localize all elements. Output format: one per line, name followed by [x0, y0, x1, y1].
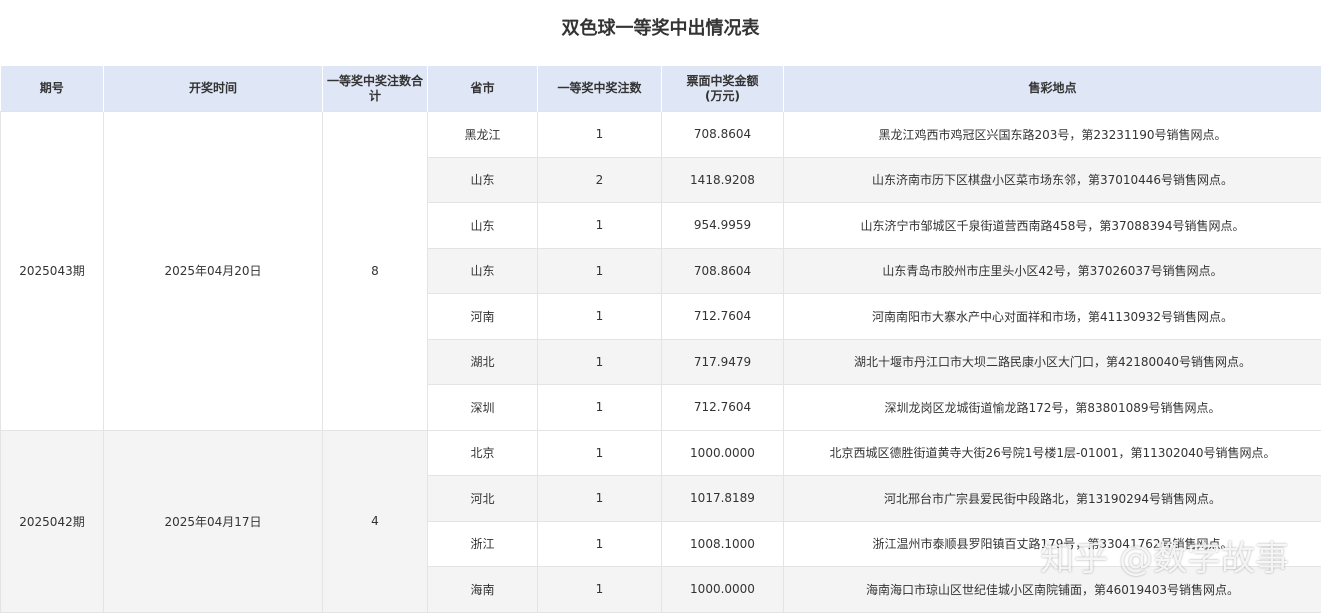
- page-title: 双色球一等奖中出情况表: [0, 0, 1321, 62]
- header-location: 售彩地点: [784, 66, 1321, 112]
- amount-cell: 1418.9208: [662, 157, 784, 203]
- count-cell: 1: [538, 112, 662, 158]
- count-cell: 1: [538, 294, 662, 340]
- header-count: 一等奖中奖注数: [538, 66, 662, 112]
- date-cell: 2025年04月17日: [104, 430, 323, 612]
- province-cell: 河南: [428, 294, 538, 340]
- total-cell: 4: [323, 430, 428, 612]
- amount-cell: 717.9479: [662, 339, 784, 385]
- location-cell: 深圳龙岗区龙城街道愉龙路172号，第83801089号销售网点。: [784, 385, 1321, 431]
- count-cell: 1: [538, 521, 662, 567]
- issue-cell: 2025042期: [1, 430, 104, 612]
- location-cell: 黑龙江鸡西市鸡冠区兴国东路203号，第23231190号销售网点。: [784, 112, 1321, 158]
- province-cell: 北京: [428, 430, 538, 476]
- total-cell: 8: [323, 112, 428, 431]
- amount-cell: 1017.8189: [662, 476, 784, 522]
- amount-cell: 1000.0000: [662, 567, 784, 613]
- location-cell: 北京西城区德胜街道黄寺大街26号院1号楼1层-01001，第11302040号销…: [784, 430, 1321, 476]
- province-cell: 山东: [428, 157, 538, 203]
- location-cell: 山东济宁市邹城区千泉街道营西南路458号，第37088394号销售网点。: [784, 203, 1321, 249]
- location-cell: 浙江温州市泰顺县罗阳镇百丈路179号，第33041762号销售网点。: [784, 521, 1321, 567]
- count-cell: 1: [538, 476, 662, 522]
- amount-cell: 708.8604: [662, 112, 784, 158]
- count-cell: 1: [538, 430, 662, 476]
- province-cell: 浙江: [428, 521, 538, 567]
- amount-cell: 712.7604: [662, 385, 784, 431]
- amount-cell: 954.9959: [662, 203, 784, 249]
- province-cell: 湖北: [428, 339, 538, 385]
- count-cell: 1: [538, 248, 662, 294]
- location-cell: 河北邢台市广宗县爱民街中段路北，第13190294号销售网点。: [784, 476, 1321, 522]
- amount-cell: 1000.0000: [662, 430, 784, 476]
- results-table: 期号 开奖时间 一等奖中奖注数合计 省市 一等奖中奖注数 票面中奖金额 (万元)…: [0, 66, 1321, 613]
- location-cell: 山东济南市历下区棋盘小区菜市场东邻，第37010446号销售网点。: [784, 157, 1321, 203]
- amount-cell: 712.7604: [662, 294, 784, 340]
- province-cell: 深圳: [428, 385, 538, 431]
- table-row: 2025042期2025年04月17日4北京11000.0000北京西城区德胜街…: [1, 430, 1321, 476]
- count-cell: 1: [538, 385, 662, 431]
- amount-cell: 708.8604: [662, 248, 784, 294]
- header-total: 一等奖中奖注数合计: [323, 66, 428, 112]
- amount-cell: 1008.1000: [662, 521, 784, 567]
- header-issue: 期号: [1, 66, 104, 112]
- province-cell: 海南: [428, 567, 538, 613]
- location-cell: 湖北十堰市丹江口市大坝二路民康小区大门口，第42180040号销售网点。: [784, 339, 1321, 385]
- table-row: 2025043期2025年04月20日8黑龙江1708.8604黑龙江鸡西市鸡冠…: [1, 112, 1321, 158]
- province-cell: 山东: [428, 248, 538, 294]
- header-row: 期号 开奖时间 一等奖中奖注数合计 省市 一等奖中奖注数 票面中奖金额 (万元)…: [1, 66, 1321, 112]
- province-cell: 河北: [428, 476, 538, 522]
- header-amount: 票面中奖金额 (万元): [662, 66, 784, 112]
- location-cell: 海南海口市琼山区世纪佳城小区南院铺面，第46019403号销售网点。: [784, 567, 1321, 613]
- province-cell: 黑龙江: [428, 112, 538, 158]
- province-cell: 山东: [428, 203, 538, 249]
- count-cell: 1: [538, 567, 662, 613]
- location-cell: 河南南阳市大寨水产中心对面祥和市场，第41130932号销售网点。: [784, 294, 1321, 340]
- issue-cell: 2025043期: [1, 112, 104, 431]
- header-date: 开奖时间: [104, 66, 323, 112]
- count-cell: 1: [538, 203, 662, 249]
- count-cell: 2: [538, 157, 662, 203]
- date-cell: 2025年04月20日: [104, 112, 323, 431]
- location-cell: 山东青岛市胶州市庄里头小区42号，第37026037号销售网点。: [784, 248, 1321, 294]
- count-cell: 1: [538, 339, 662, 385]
- header-province: 省市: [428, 66, 538, 112]
